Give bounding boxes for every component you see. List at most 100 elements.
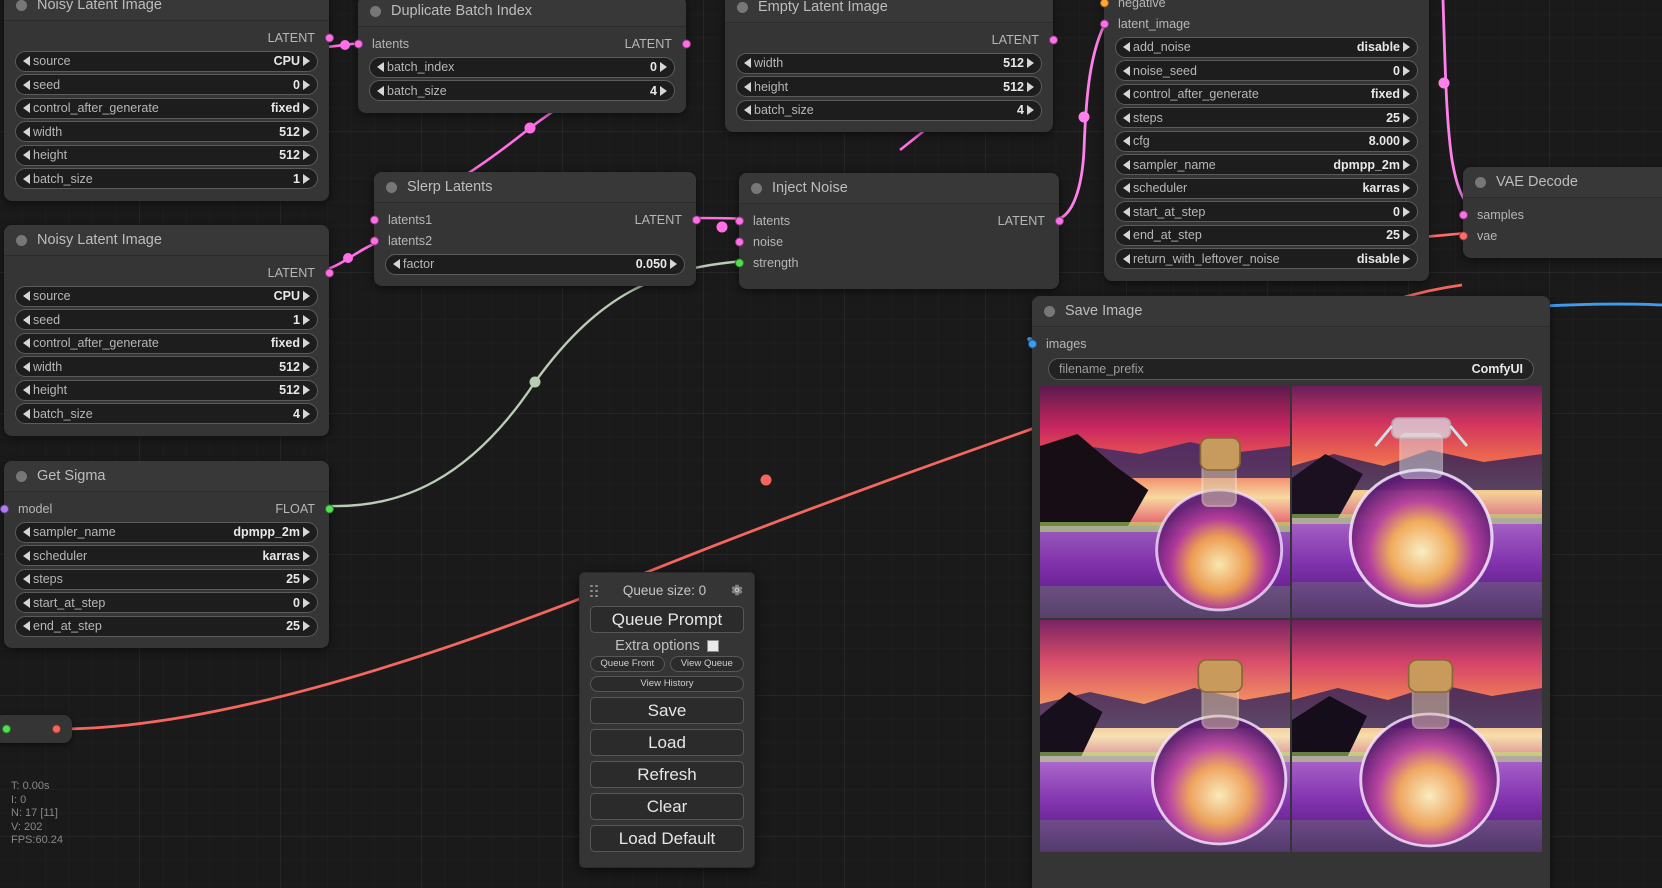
increment-arrow-icon[interactable]: [303, 103, 310, 113]
node-slerp-latents[interactable]: Slerp Latents latents1 LATENT latents2 f…: [369, 172, 701, 286]
decrement-arrow-icon[interactable]: [23, 408, 30, 419]
widget-batch-size[interactable]: batch_size 4: [369, 80, 675, 101]
decrement-arrow-icon[interactable]: [23, 574, 30, 584]
widget-end-at-step[interactable]: end_at_step 25: [1115, 224, 1418, 246]
load-button[interactable]: Load: [590, 729, 744, 756]
slot-row-samples[interactable]: samples: [1458, 204, 1662, 225]
decrement-arrow-icon[interactable]: [23, 150, 30, 160]
decrement-arrow-icon[interactable]: [377, 62, 384, 72]
latent-port-dot-icon[interactable]: [353, 39, 363, 48]
widget-seed[interactable]: seed 0: [15, 74, 318, 95]
widget-batch-size[interactable]: batch_size 1: [15, 168, 318, 189]
decrement-arrow-icon[interactable]: [377, 85, 384, 96]
output-thumbnail-2[interactable]: [1292, 386, 1542, 618]
extra-options-row[interactable]: Extra options: [590, 638, 744, 654]
model-port-dot-icon[interactable]: [0, 504, 9, 513]
widget-start-at-step[interactable]: start_at_step 0: [15, 592, 318, 613]
collapse-dot-icon[interactable]: [386, 181, 397, 193]
increment-arrow-icon[interactable]: [303, 621, 310, 631]
view-queue-button[interactable]: View Queue: [669, 656, 744, 672]
decrement-arrow-icon[interactable]: [23, 621, 30, 631]
latent-port-dot-icon[interactable]: [1054, 216, 1064, 225]
extra-options-checkbox[interactable]: [706, 640, 719, 652]
latent-port-dot-icon[interactable]: [324, 268, 334, 277]
decrement-arrow-icon[interactable]: [23, 527, 30, 537]
decrement-arrow-icon[interactable]: [1123, 136, 1130, 146]
node-title-bar[interactable]: Noisy Latent Image: [4, 225, 329, 256]
widget-sampler-name[interactable]: sampler_name dpmpp_2m: [1115, 154, 1418, 175]
decrement-arrow-icon[interactable]: [1123, 112, 1130, 123]
menu-header[interactable]: Queue size: 0: [590, 579, 744, 601]
increment-arrow-icon[interactable]: [303, 361, 310, 372]
latent-port-dot-icon[interactable]: [369, 236, 379, 245]
widget-height[interactable]: height 512: [15, 144, 318, 166]
decrement-arrow-icon[interactable]: [1123, 206, 1130, 217]
slot-row-latents2[interactable]: latents2: [369, 230, 696, 251]
latent-port-dot-icon[interactable]: [691, 215, 701, 224]
latent-port-dot-icon[interactable]: [734, 237, 744, 246]
increment-arrow-icon[interactable]: [303, 338, 310, 348]
output-thumbnail-4[interactable]: [1292, 620, 1542, 852]
widget-height[interactable]: height 512: [15, 379, 318, 401]
increment-arrow-icon[interactable]: [1027, 58, 1034, 68]
widget-width[interactable]: width 512: [15, 356, 318, 377]
increment-arrow-icon[interactable]: [1403, 136, 1410, 146]
decrement-arrow-icon[interactable]: [393, 259, 400, 269]
decrement-arrow-icon[interactable]: [1123, 42, 1130, 52]
collapse-dot-icon[interactable]: [751, 182, 762, 194]
node-empty-latent-image[interactable]: Empty Latent Image LATENT width 512 heig…: [725, 0, 1058, 132]
slot-row-images[interactable]: images: [1027, 333, 1550, 354]
increment-arrow-icon[interactable]: [303, 314, 310, 325]
increment-arrow-icon[interactable]: [303, 550, 310, 561]
slot-row-latent-image[interactable]: latent_image: [1099, 13, 1429, 34]
decrement-arrow-icon[interactable]: [23, 338, 30, 348]
widget-source[interactable]: source CPU: [15, 285, 318, 307]
node-title-bar[interactable]: VAE Decode: [1463, 167, 1662, 198]
node-noisy-latent-image-2[interactable]: Noisy Latent Image LATENT source CPU see…: [4, 225, 334, 436]
node-title-bar[interactable]: Duplicate Batch Index: [358, 0, 686, 27]
widget-height[interactable]: height 512: [736, 76, 1042, 97]
widget-scheduler[interactable]: scheduler karras: [1115, 177, 1418, 199]
reroute-output-dot-icon[interactable]: [52, 724, 61, 734]
widget-noise-seed[interactable]: noise_seed 0: [1115, 60, 1418, 81]
increment-arrow-icon[interactable]: [1403, 183, 1410, 193]
increment-arrow-icon[interactable]: [1403, 206, 1410, 217]
node-reroute[interactable]: [0, 715, 72, 743]
widget-filename-prefix[interactable]: filename_prefix ComfyUI: [1048, 358, 1534, 380]
queue-prompt-button[interactable]: Queue Prompt: [590, 606, 744, 633]
widget-start-at-step[interactable]: start_at_step 0: [1115, 201, 1418, 222]
latent-port-dot-icon[interactable]: [734, 216, 744, 225]
decrement-arrow-icon[interactable]: [1123, 183, 1130, 193]
node-title-bar[interactable]: Empty Latent Image: [725, 0, 1053, 23]
slot-row-vae[interactable]: vae: [1458, 225, 1662, 246]
latent-port-dot-icon[interactable]: [681, 39, 691, 48]
conditioning-port-dot-icon[interactable]: [1099, 0, 1109, 7]
increment-arrow-icon[interactable]: [1403, 89, 1410, 99]
increment-arrow-icon[interactable]: [1403, 42, 1410, 52]
widget-factor[interactable]: factor 0.050: [385, 253, 685, 275]
slot-row-strength[interactable]: strength: [734, 252, 1059, 273]
widget-sampler-name[interactable]: sampler_name dpmpp_2m: [15, 521, 318, 543]
node-save-image[interactable]: Save Image images filename_prefix ComfyU…: [1027, 296, 1550, 888]
slot-row-latents1[interactable]: latents1 LATENT: [369, 209, 701, 230]
widget-scheduler[interactable]: scheduler karras: [15, 545, 318, 566]
increment-arrow-icon[interactable]: [1403, 112, 1410, 123]
increment-arrow-icon[interactable]: [670, 259, 677, 269]
widget-end-at-step[interactable]: end_at_step 25: [15, 615, 318, 637]
latent-port-dot-icon[interactable]: [1048, 35, 1058, 44]
node-title-bar[interactable]: Noisy Latent Image: [4, 0, 329, 21]
increment-arrow-icon[interactable]: [1027, 81, 1034, 92]
node-title-bar[interactable]: Get Sigma: [4, 461, 329, 492]
node-duplicate-batch-index[interactable]: Duplicate Batch Index latents LATENT bat…: [353, 0, 691, 113]
widget-batch-size[interactable]: batch_size 4: [736, 99, 1042, 121]
widget-cfg[interactable]: cfg 8.000: [1115, 130, 1418, 152]
reroute-input-dot-icon[interactable]: [2, 724, 11, 734]
slot-row-noise[interactable]: noise: [734, 231, 1059, 252]
node-vae-decode[interactable]: VAE Decode samples vae: [1458, 167, 1662, 258]
collapse-dot-icon[interactable]: [16, 0, 27, 11]
increment-arrow-icon[interactable]: [1403, 230, 1410, 240]
node-noisy-latent-image-1[interactable]: Noisy Latent Image LATENT source CPU see…: [4, 0, 334, 201]
widget-control-after-generate[interactable]: control_after_generate fixed: [15, 97, 318, 119]
increment-arrow-icon[interactable]: [1403, 65, 1410, 76]
widget-return-with-leftover-noise[interactable]: return_with_leftover_noise disable: [1115, 248, 1418, 269]
